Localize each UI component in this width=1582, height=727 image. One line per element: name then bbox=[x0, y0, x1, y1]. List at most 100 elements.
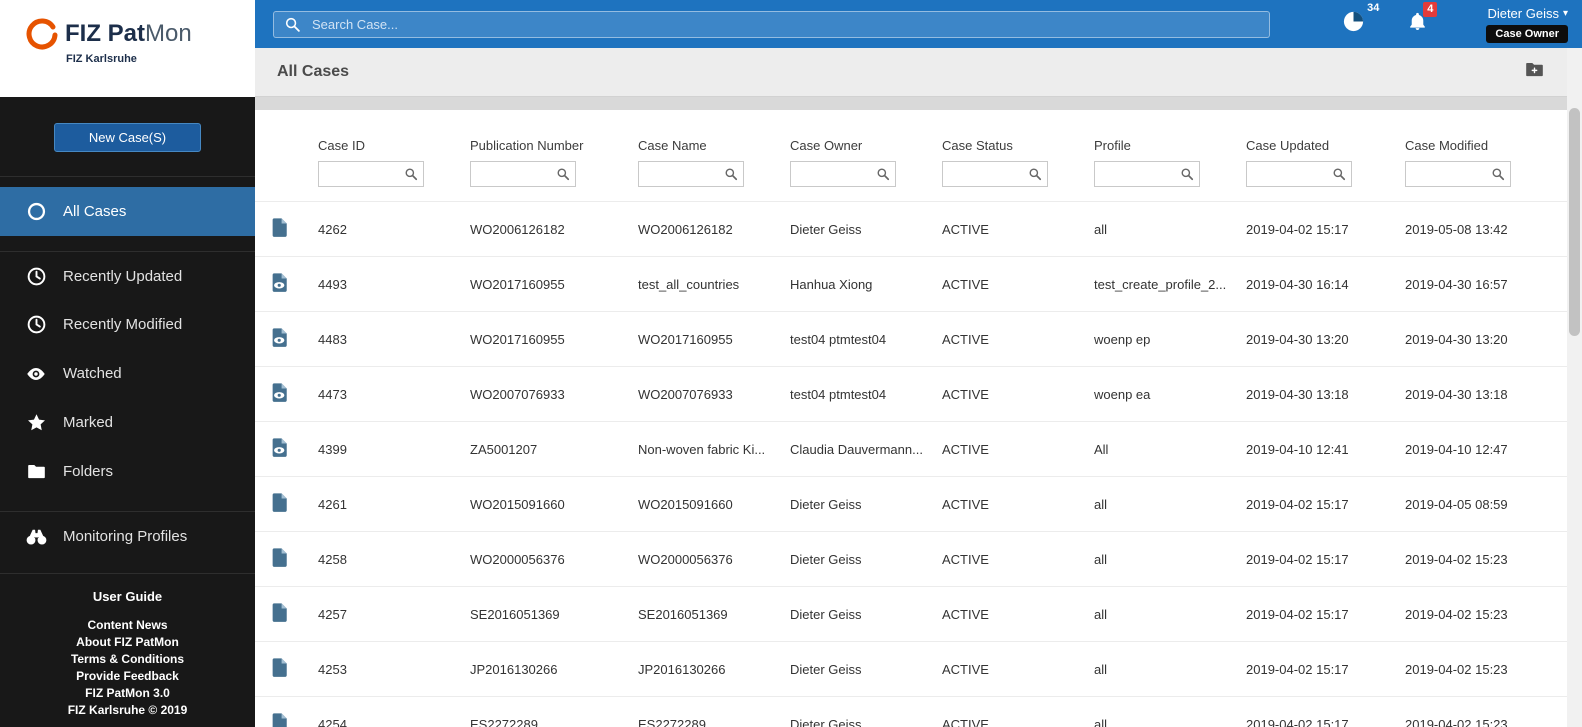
table-row[interactable]: 4493 WO2017160955 test_all_countries Hanhua… bbox=[255, 256, 1567, 312]
cell-case-status: ACTIVE bbox=[942, 586, 1094, 642]
filter-search-icon[interactable] bbox=[1028, 167, 1042, 181]
footer-link-fiz-patmon-3-0[interactable]: FIZ PatMon 3.0 bbox=[0, 685, 255, 702]
cell-profile: all bbox=[1094, 476, 1246, 532]
new-case-button[interactable]: New Case(S) bbox=[53, 123, 202, 152]
cell-case-modified: 2019-04-30 13:18 bbox=[1405, 366, 1567, 422]
cell-case-id: 4261 bbox=[318, 476, 470, 532]
footer-link-provide-feedback[interactable]: Provide Feedback bbox=[0, 668, 255, 685]
filter-input-case-name[interactable] bbox=[644, 167, 724, 181]
watched-document-icon bbox=[272, 273, 288, 292]
add-to-folder-button[interactable] bbox=[1524, 59, 1545, 85]
cell-case-name: ES2272289 bbox=[638, 696, 790, 727]
sidebar-item-monitoring-profiles[interactable]: Monitoring Profiles bbox=[0, 511, 255, 560]
pie-chart-icon bbox=[1342, 10, 1365, 38]
cell-case-id: 4254 bbox=[318, 696, 470, 727]
filter-input-case-modified[interactable] bbox=[1411, 167, 1491, 181]
cell-case-owner: Dieter Geiss bbox=[790, 476, 942, 532]
cell-case-owner: test04 ptmtest04 bbox=[790, 366, 942, 422]
eye-icon bbox=[24, 362, 48, 386]
cell-case-modified: 2019-04-10 12:47 bbox=[1405, 421, 1567, 477]
clock-icon bbox=[24, 264, 48, 288]
cell-profile: woenp ep bbox=[1094, 311, 1246, 367]
filter-input-case-status[interactable] bbox=[948, 167, 1028, 181]
filter-box-publication-number bbox=[470, 161, 576, 187]
search-input[interactable] bbox=[273, 10, 1270, 38]
watched-document-icon bbox=[272, 328, 288, 347]
filter-input-publication-number[interactable] bbox=[476, 167, 556, 181]
sidebar-item-label: Monitoring Profiles bbox=[63, 527, 188, 545]
cell-publication-number: WO2007076933 bbox=[470, 366, 638, 422]
cell-case-modified: 2019-04-02 15:23 bbox=[1405, 641, 1567, 697]
content-area: Case ID Publication Number Case Name Case O… bbox=[255, 98, 1567, 727]
cell-case-owner: Dieter Geiss bbox=[790, 531, 942, 587]
clock-icon bbox=[24, 313, 48, 337]
sidebar-item-folders[interactable]: Folders bbox=[0, 447, 255, 496]
filter-input-case-owner[interactable] bbox=[796, 167, 876, 181]
footer-link-terms-conditions[interactable]: Terms & Conditions bbox=[0, 651, 255, 668]
case-search bbox=[273, 10, 1270, 38]
document-icon bbox=[272, 218, 288, 237]
filter-box-case-name bbox=[638, 161, 744, 187]
filter-search-icon[interactable] bbox=[1180, 167, 1194, 181]
table-row[interactable]: 4483 WO2017160955 WO2017160955 test04 ptmte… bbox=[255, 311, 1567, 367]
filter-input-case-id[interactable] bbox=[324, 167, 404, 181]
filter-input-case-updated[interactable] bbox=[1252, 167, 1332, 181]
usage-stats-button[interactable]: 34 bbox=[1342, 2, 1379, 38]
cell-profile: All bbox=[1094, 421, 1246, 477]
cell-case-modified: 2019-05-08 13:42 bbox=[1405, 201, 1567, 257]
cell-case-name: test_all_countries bbox=[638, 256, 790, 312]
column-header-case-id: Case ID bbox=[318, 138, 365, 153]
user-role-badge: Case Owner bbox=[1486, 24, 1568, 43]
footer-link-about-fiz-patmon[interactable]: About FIZ PatMon bbox=[0, 634, 255, 651]
cell-case-updated: 2019-04-02 15:17 bbox=[1246, 531, 1405, 587]
table-row[interactable]: 4253 JP2016130266 JP2016130266 Dieter Geiss… bbox=[255, 641, 1567, 697]
cell-case-name: WO2007076933 bbox=[638, 366, 790, 422]
table-row[interactable]: 4399 ZA5001207 Non-woven fabric Ki... Claud… bbox=[255, 421, 1567, 477]
cell-case-id: 4257 bbox=[318, 586, 470, 642]
cell-case-id: 4399 bbox=[318, 421, 470, 477]
chevron-down-icon: ▾ bbox=[1562, 7, 1568, 19]
cell-case-name: Non-woven fabric Ki... bbox=[638, 421, 790, 477]
filter-search-icon[interactable] bbox=[724, 167, 738, 181]
table-row[interactable]: 4258 WO2000056376 WO2000056376 Dieter Geiss… bbox=[255, 531, 1567, 587]
cell-case-id: 4483 bbox=[318, 311, 470, 367]
footer-link-user-guide[interactable]: User Guide bbox=[0, 588, 255, 605]
sidebar-item-marked[interactable]: Marked bbox=[0, 398, 255, 447]
table-row[interactable]: 4257 SE2016051369 SE2016051369 Dieter Geiss… bbox=[255, 586, 1567, 642]
table-row[interactable]: 4261 WO2015091660 WO2015091660 Dieter Geiss… bbox=[255, 476, 1567, 532]
cell-case-status: ACTIVE bbox=[942, 476, 1094, 532]
table-row[interactable]: 4473 WO2007076933 WO2007076933 test04 ptmte… bbox=[255, 366, 1567, 422]
vertical-scrollbar[interactable] bbox=[1567, 48, 1582, 727]
notifications-button[interactable]: 4 bbox=[1407, 2, 1438, 37]
sidebar-item-all-cases[interactable]: All Cases bbox=[0, 187, 255, 236]
filter-search-icon[interactable] bbox=[876, 167, 890, 181]
cell-publication-number: ES2272289 bbox=[470, 696, 638, 727]
sidebar-item-recently-modified[interactable]: Recently Modified bbox=[0, 300, 255, 349]
cell-case-modified: 2019-04-30 16:57 bbox=[1405, 256, 1567, 312]
filter-box-case-status bbox=[942, 161, 1048, 187]
sidebar-item-label: Folders bbox=[63, 463, 114, 480]
footer-link-content-news[interactable]: Content News bbox=[0, 617, 255, 634]
fiz-logo-icon bbox=[26, 18, 58, 50]
scrollbar-thumb[interactable] bbox=[1569, 108, 1580, 336]
column-header-case-owner: Case Owner bbox=[790, 138, 863, 153]
sidebar-item-recently-updated[interactable]: Recently Updated bbox=[0, 251, 255, 300]
column-header-case-updated: Case Updated bbox=[1246, 138, 1330, 153]
filter-input-profile[interactable] bbox=[1100, 167, 1180, 181]
filter-search-icon[interactable] bbox=[404, 167, 418, 181]
filter-search-icon[interactable] bbox=[556, 167, 570, 181]
sidebar-item-watched[interactable]: Watched bbox=[0, 349, 255, 398]
folder-plus-icon bbox=[1524, 59, 1545, 85]
table-row[interactable]: 4262 WO2006126182 WO2006126182 Dieter Geiss… bbox=[255, 201, 1567, 257]
user-menu[interactable]: Dieter Geiss ▾ Case Owner bbox=[1486, 6, 1568, 43]
new-case-section: New Case(S) bbox=[0, 97, 255, 177]
filter-search-icon[interactable] bbox=[1332, 167, 1346, 181]
sidebar-item-label: Recently Updated bbox=[63, 267, 183, 285]
cell-case-name: WO2006126182 bbox=[638, 201, 790, 257]
filter-search-icon[interactable] bbox=[1491, 167, 1505, 181]
cell-case-updated: 2019-04-30 13:18 bbox=[1246, 366, 1405, 422]
footer-link-fiz-karlsruhe-2019[interactable]: FIZ Karlsruhe © 2019 bbox=[0, 702, 255, 719]
filter-box-case-updated bbox=[1246, 161, 1352, 187]
cell-case-status: ACTIVE bbox=[942, 696, 1094, 727]
table-row[interactable]: 4254 ES2272289 ES2272289 Dieter Geiss ACTIVE… bbox=[255, 696, 1567, 727]
